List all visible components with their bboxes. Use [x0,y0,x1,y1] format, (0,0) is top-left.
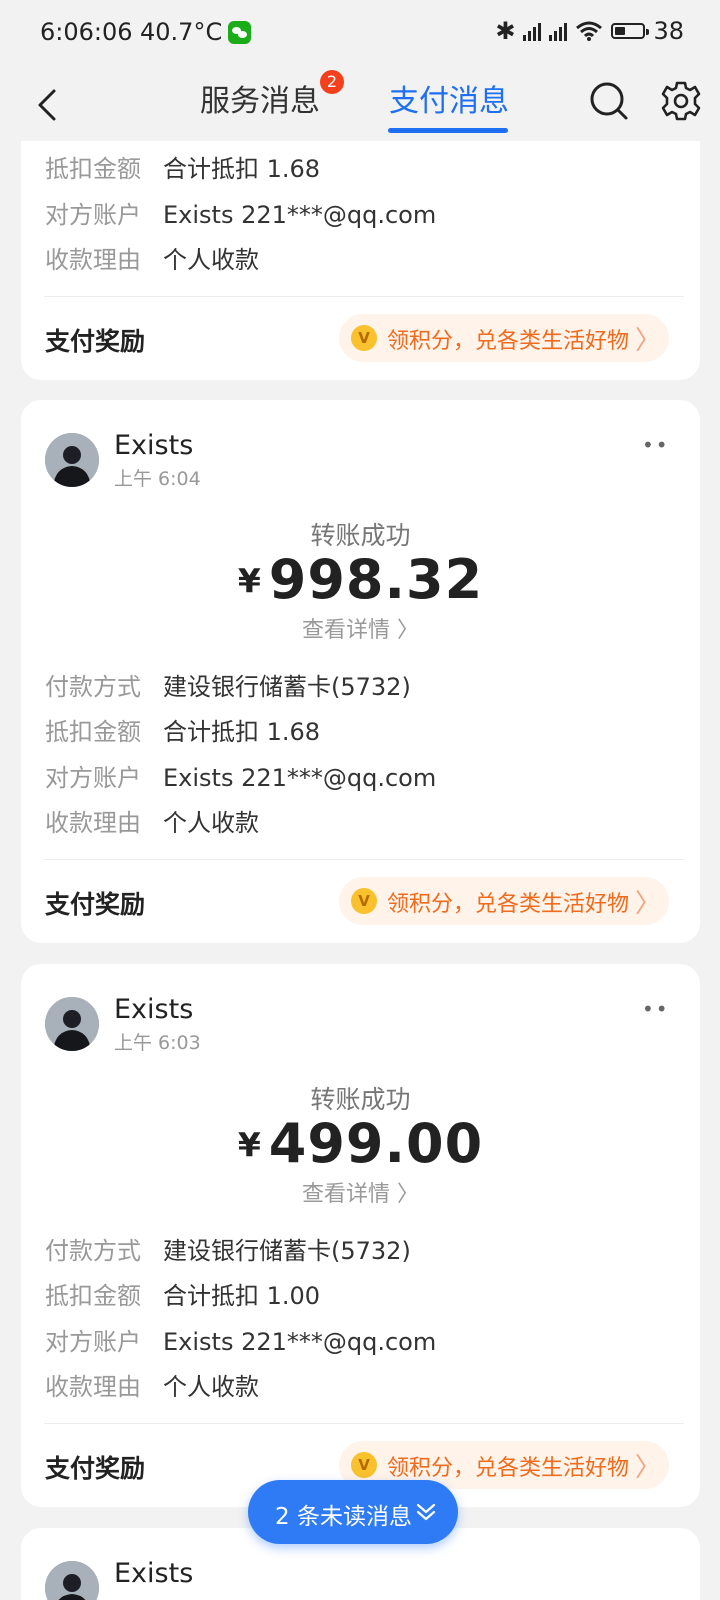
info-value: 建设银行储蓄卡(5732) [163,673,411,701]
info-row-counterparty: 对方账户 Exists 221***@qq.com [45,1322,436,1357]
info-value: Exists 221***@qq.com [163,1328,437,1356]
sender-name: Exists [114,1558,194,1589]
reward-button[interactable]: V 领积分，兑各类生活好物 〉 [339,314,669,362]
info-value: 个人收款 [163,809,259,837]
status-bar: 6:06:06 40.7°C ✱ 38 [0,0,720,64]
reward-label: 支付奖励 [45,1454,146,1483]
search-icon[interactable] [588,80,630,122]
amount: ¥499.00 [21,1112,700,1175]
payment-card: Exists 上午 6:03 •• 转账成功 ¥499.00 查看详情 〉 付款… [21,964,700,1507]
status-time: 6:06:06 [40,18,133,46]
battery-icon [611,23,650,39]
transfer-status: 转账成功 [310,1085,411,1114]
divider [44,296,684,297]
info-value: 个人收款 [163,246,259,274]
info-row-deduction: 抵扣金额 合计抵扣 1.68 [45,712,320,747]
reward-label: 支付奖励 [45,890,146,919]
info-value: 合计抵扣 1.00 [163,1282,321,1310]
info-key: 收款理由 [45,809,141,837]
back-arrow-icon[interactable] [30,86,68,124]
info-key: 抵扣金额 [45,718,141,746]
currency-symbol: ¥ [237,561,261,600]
info-value: 合计抵扣 1.68 [163,718,321,746]
signal-icon [549,21,568,41]
tab-payment-messages[interactable]: 支付消息 [389,76,509,120]
active-tab-indicator [388,128,508,133]
info-key: 付款方式 [45,1237,141,1265]
gear-icon[interactable] [660,80,702,122]
info-value: Exists 221***@qq.com [163,201,437,229]
chevron-right-icon: 〉 [634,326,661,356]
reward-text: 领积分，兑各类生活好物 [387,1456,630,1481]
info-key: 抵扣金额 [45,155,141,183]
info-row-reason: 收款理由 个人收款 [45,803,259,838]
info-value: 合计抵扣 1.68 [163,155,321,183]
chevron-right-icon: 〉 [634,889,661,919]
reward-text: 领积分，兑各类生活好物 [387,892,630,917]
amount-value: 499.00 [268,1112,484,1175]
reward-text: 领积分，兑各类生活好物 [387,329,630,354]
message-time: 上午 6:04 [114,468,201,490]
info-key: 付款方式 [45,673,141,701]
coin-icon: V [351,325,377,351]
status-icons: ✱ 38 [495,16,684,46]
info-row-counterparty: 对方账户 Exists 221***@qq.com [45,195,436,230]
currency-symbol: ¥ [237,1125,261,1164]
info-key: 对方账户 [45,764,141,792]
info-row-counterparty: 对方账户 Exists 221***@qq.com [45,758,436,793]
signal-icon [523,21,542,41]
divider [44,859,684,860]
info-row-deduction: 抵扣金额 合计抵扣 1.00 [45,1276,320,1311]
avatar[interactable] [45,1561,99,1600]
header: 服务消息 2 支付消息 [0,64,720,146]
avatar[interactable] [45,433,99,487]
info-value: Exists 221***@qq.com [163,764,437,792]
info-value: 建设银行储蓄卡(5732) [163,1237,411,1265]
info-row-payment-method: 付款方式 建设银行储蓄卡(5732) [45,667,411,702]
info-row-reason: 收款理由 个人收款 [45,1367,259,1402]
info-value: 个人收款 [163,1373,259,1401]
transfer-status: 转账成功 [310,521,411,550]
info-key: 抵扣金额 [45,1282,141,1310]
wifi-icon [575,20,603,42]
info-key: 收款理由 [45,246,141,274]
unread-messages-label: 2 条未读消息 [275,1504,412,1530]
chevron-down-double-icon [416,1503,436,1521]
message-time: 上午 6:03 [114,1032,201,1054]
info-key: 对方账户 [45,1328,141,1356]
info-key: 收款理由 [45,1373,141,1401]
sender-name: Exists [114,430,194,461]
battery-level: 38 [653,17,684,45]
more-dots-icon[interactable]: •• [642,433,670,457]
bluetooth-icon: ✱ [495,17,516,45]
tab-service-messages[interactable]: 服务消息 [200,76,320,120]
avatar[interactable] [45,997,99,1051]
coin-icon: V [351,888,377,914]
info-row-reason: 收款理由 个人收款 [45,240,259,275]
view-details-link[interactable]: 查看详情 〉 [21,612,700,644]
view-details-link[interactable]: 查看详情 〉 [21,1176,700,1208]
status-temperature: 40.7°C [140,18,223,46]
payment-card: Exists 上午 6:04 •• 转账成功 ¥998.32 查看详情 〉 付款… [21,400,700,943]
payment-card-previous: 抵扣金额 合计抵扣 1.68 对方账户 Exists 221***@qq.com 收… [21,141,700,380]
info-row-payment-method: 付款方式 建设银行储蓄卡(5732) [45,1231,411,1266]
info-row-deduction: 抵扣金额 合计抵扣 1.68 [45,149,320,184]
divider [44,1423,684,1424]
reward-button[interactable]: V 领积分，兑各类生活好物 〉 [339,877,669,925]
coin-icon: V [351,1452,377,1478]
amount: ¥998.32 [21,548,700,611]
sender-name: Exists [114,994,194,1025]
chevron-right-icon: 〉 [634,1453,661,1483]
reward-label: 支付奖励 [45,327,146,356]
unread-messages-button[interactable]: 2 条未读消息 [248,1480,458,1544]
unread-badge: 2 [320,70,344,94]
more-dots-icon[interactable]: •• [642,997,670,1021]
amount-value: 998.32 [268,548,484,611]
info-key: 对方账户 [45,201,141,229]
wechat-icon [228,21,251,44]
